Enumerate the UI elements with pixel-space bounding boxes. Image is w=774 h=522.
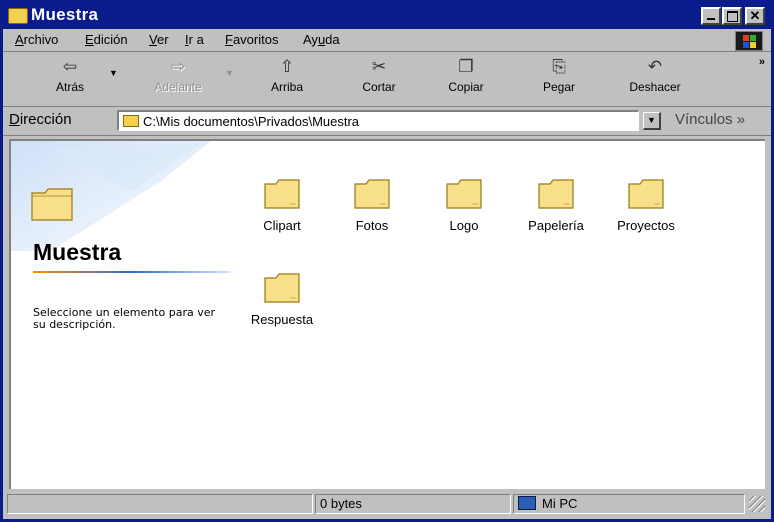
forward-button[interactable]: ⇨ Adelante <box>143 56 213 94</box>
status-panel-empty <box>7 494 313 514</box>
toolbar: ⇦ Atrás ▼ ⇨ Adelante ▼ ⇧ Arriba ✂ Cortar… <box>3 52 771 107</box>
file-item-respuesta[interactable]: Respuesta <box>237 273 327 327</box>
maximize-button[interactable] <box>722 7 742 25</box>
address-label: Dirección <box>9 111 72 128</box>
minimize-icon <box>707 18 715 20</box>
windows-logo-icon <box>735 31 763 51</box>
undo-icon: ↶ <box>647 57 663 76</box>
status-size: 0 bytes <box>315 494 511 514</box>
computer-icon <box>518 496 536 510</box>
undo-button[interactable]: ↶ Deshacer <box>617 56 693 94</box>
maximize-icon <box>726 11 738 22</box>
title-bar[interactable]: Muestra ✕ <box>3 3 771 29</box>
file-item-logo[interactable]: Logo <box>419 179 509 233</box>
web-view-panel: Muestra Seleccione un elemento para ver … <box>11 141 241 489</box>
folder-icon <box>8 8 28 24</box>
folder-icon <box>264 273 300 303</box>
file-item-fotos[interactable]: Fotos <box>327 179 417 233</box>
folder-icon <box>264 179 300 209</box>
address-dropdown-button[interactable]: ▼ <box>643 112 661 130</box>
links-toolbar[interactable]: Vínculos » <box>675 111 745 128</box>
back-dropdown-icon[interactable]: ▼ <box>109 68 118 78</box>
menu-bar: Archivo Edición Ver Ir a Favoritos Ayuda <box>3 29 771 52</box>
big-folder-icon <box>31 188 73 221</box>
address-bar: Dirección C:\Mis documentos\Privados\Mue… <box>3 107 771 136</box>
chevron-down-icon: ▼ <box>647 115 656 125</box>
file-item-clipart[interactable]: Clipart <box>237 179 327 233</box>
resize-grip[interactable] <box>749 496 765 512</box>
panel-title: Muestra <box>33 239 122 265</box>
back-arrow-icon: ⇦ <box>62 57 78 76</box>
menu-archivo[interactable]: Archivo <box>15 32 58 47</box>
forward-arrow-icon: ⇨ <box>170 57 186 76</box>
address-input[interactable]: C:\Mis documentos\Privados\Muestra <box>117 110 639 131</box>
close-icon: ✕ <box>749 8 761 23</box>
up-button[interactable]: ⇧ Arriba <box>259 56 315 94</box>
folder-icon <box>446 179 482 209</box>
menu-ir-a[interactable]: Ir a <box>185 32 204 47</box>
panel-divider <box>33 271 231 273</box>
paste-button[interactable]: ⎘ Pegar <box>529 56 589 94</box>
folder-icon <box>354 179 390 209</box>
panel-description: Seleccione un elemento para ver su descr… <box>33 306 215 331</box>
minimize-button[interactable] <box>701 7 721 25</box>
status-bar: 0 bytes Mi PC <box>5 492 769 516</box>
scissors-icon: ✂ <box>371 57 387 76</box>
status-location: Mi PC <box>513 494 745 514</box>
menu-ayuda[interactable]: Ayuda <box>303 32 340 47</box>
menu-edicion[interactable]: Edición <box>85 32 128 47</box>
status-location-label: Mi PC <box>542 496 578 511</box>
cut-button[interactable]: ✂ Cortar <box>349 56 409 94</box>
paste-icon: ⎘ <box>552 57 566 76</box>
copy-icon: ❐ <box>458 57 474 76</box>
file-item-proyectos[interactable]: Proyectos <box>601 179 691 233</box>
forward-dropdown-icon[interactable]: ▼ <box>225 68 234 78</box>
folder-view: Muestra Seleccione un elemento para ver … <box>9 139 765 489</box>
file-item-papeleria[interactable]: Papelería <box>511 179 601 233</box>
window-title: Muestra <box>31 5 99 24</box>
folder-icon <box>538 179 574 209</box>
up-folder-icon: ⇧ <box>279 57 295 76</box>
explorer-window: Muestra ✕ Archivo Edición Ver Ir a Favor… <box>0 0 774 522</box>
toolbar-more-chevron[interactable]: » <box>759 56 765 68</box>
menu-favoritos[interactable]: Favoritos <box>225 32 278 47</box>
folder-icon <box>628 179 664 209</box>
address-value: C:\Mis documentos\Privados\Muestra <box>143 114 360 129</box>
back-button[interactable]: ⇦ Atrás <box>45 56 95 94</box>
close-button[interactable]: ✕ <box>745 7 765 25</box>
copy-button[interactable]: ❐ Copiar <box>433 56 499 94</box>
menu-ver[interactable]: Ver <box>149 32 169 47</box>
folder-icon <box>123 115 139 127</box>
